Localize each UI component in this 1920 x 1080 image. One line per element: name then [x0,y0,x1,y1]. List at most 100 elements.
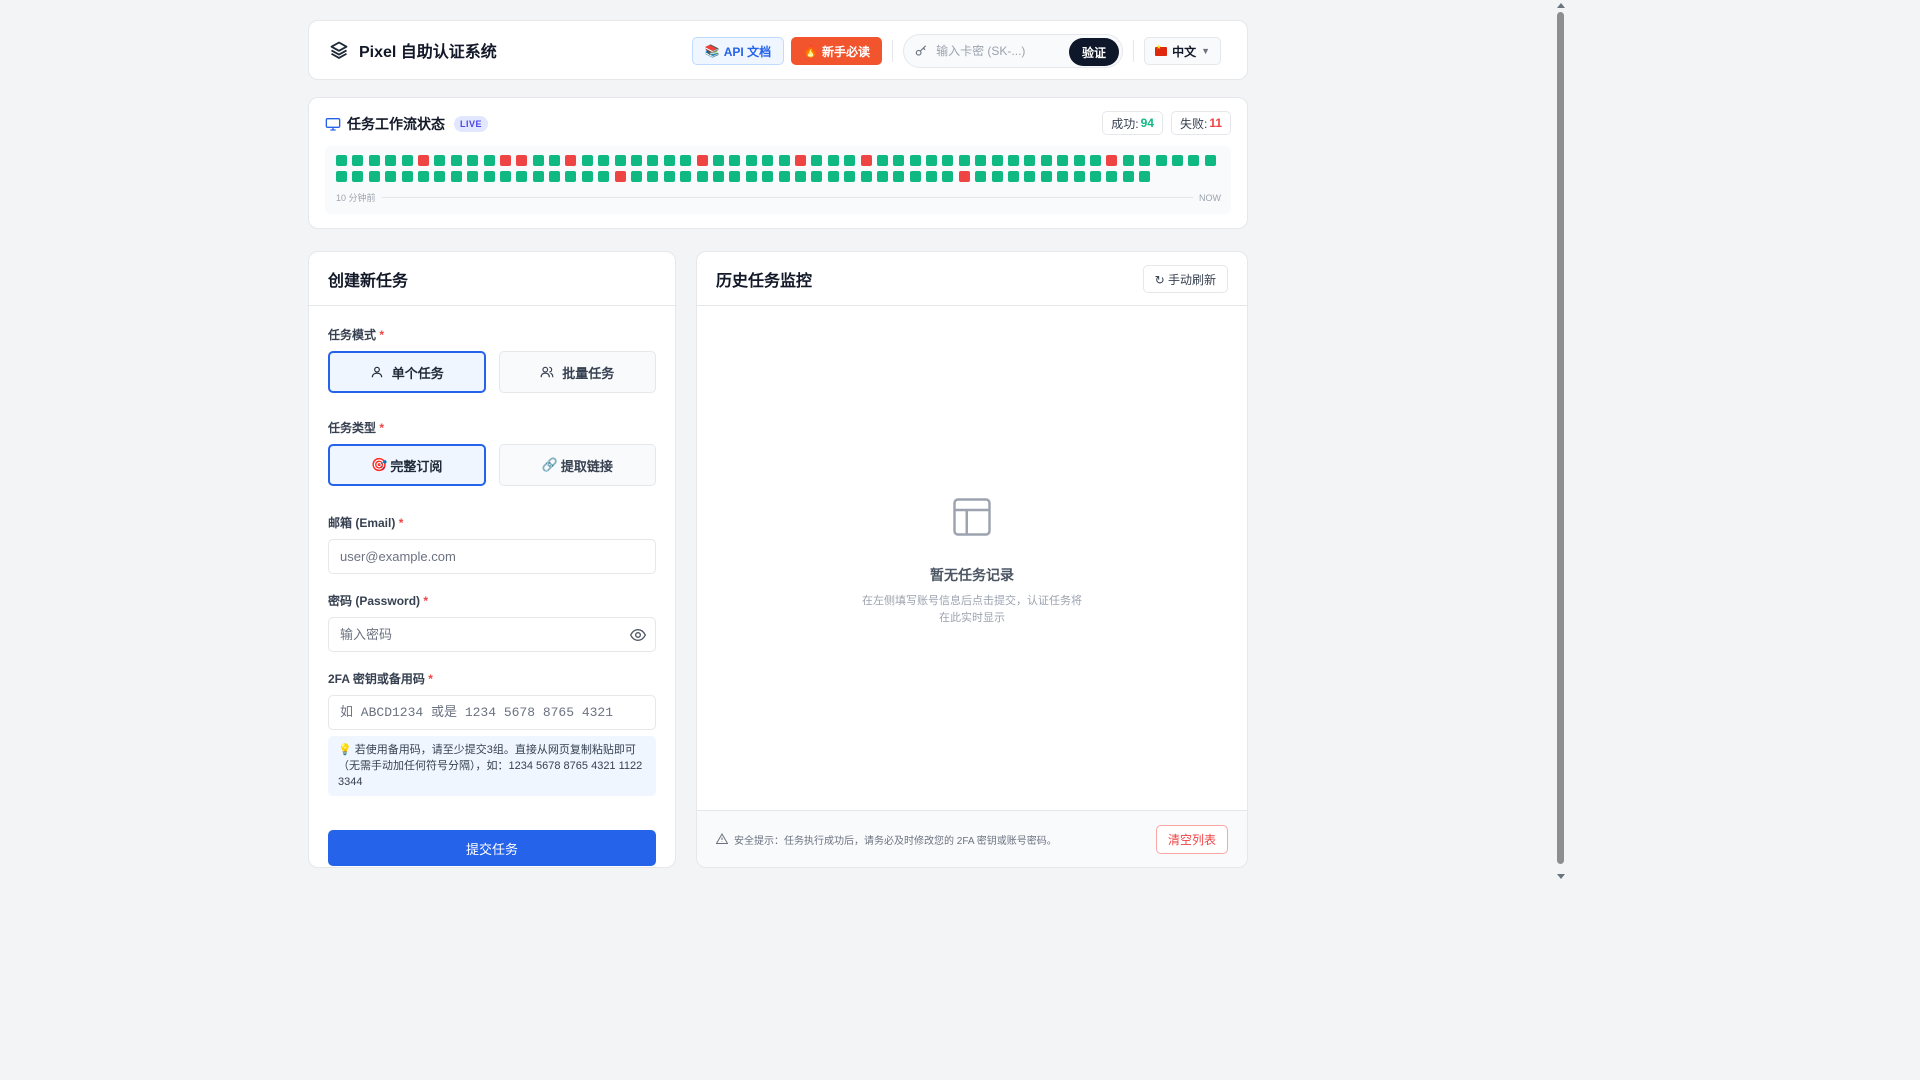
eye-icon[interactable] [630,628,646,642]
submit-task-button[interactable]: 提交任务 [328,830,656,866]
mode-batch-option[interactable]: 批量任务 [498,351,656,393]
twofa-field[interactable] [340,705,644,720]
brand: Pixel 自助认证系统 [329,38,497,62]
task-cell-success [336,171,347,183]
card-key-box: 验证 [903,34,1124,68]
timeline-line [381,197,1193,198]
task-cell-success [909,171,921,183]
task-cell-success [581,155,593,166]
fire-icon: 🔥 [803,44,819,58]
task-cell-failed [499,155,511,166]
twofa-field-wrapper [328,695,656,730]
task-cell-success [1106,171,1118,183]
refresh-button[interactable]: ↻ 手动刷新 [1142,265,1228,293]
clear-list-button[interactable]: 清空列表 [1155,825,1228,854]
task-cell-success [1008,155,1020,166]
scroll-up-arrow-icon[interactable] [1557,3,1565,8]
task-cell-success [876,171,888,183]
task-cell-failed [958,171,970,183]
task-cell-success [385,171,397,183]
task-cell-success [876,155,888,166]
task-cell-success [598,155,610,166]
task-cell-success [1139,155,1151,166]
type-extract-link-option[interactable]: 🔗 提取链接 [498,444,656,486]
api-docs-button[interactable]: 📚 API 文档 [691,37,785,65]
email-label-text: 邮箱 (Email) [328,516,396,530]
task-cell-failed [417,155,429,166]
scroll-thumb[interactable] [1557,12,1564,864]
task-cell-success [1057,155,1069,166]
target-icon: 🎯 [371,457,388,472]
task-cell-success [516,171,528,183]
task-cell-success [1024,171,1036,183]
task-cell-success [499,171,511,183]
type-full-subscription-option[interactable]: 🎯 完整订阅 [328,444,486,486]
task-cell-success [1008,171,1020,183]
scroll-down-arrow-icon[interactable] [1557,874,1565,879]
china-flag-icon [1155,44,1168,56]
task-cell-success [745,171,757,183]
task-cell-success [729,155,741,166]
task-cell-success [926,155,938,166]
email-label: 邮箱 (Email) * [328,514,656,531]
task-cell-success [401,171,413,183]
task-cell-success [647,155,659,166]
verify-button[interactable]: 验证 [1069,38,1120,66]
task-cell-success [483,171,495,183]
task-cell-success [352,171,364,183]
timeline: 10 分钟前 NOW [336,191,1221,204]
task-cell-failed [860,155,872,166]
fail-label: 失败: [1179,116,1208,131]
status-stats: 成功: 94 失败: 11 [1102,111,1231,135]
task-cell-success [762,155,774,166]
link-icon: 🔗 [541,457,558,472]
task-cell-success [549,155,561,166]
task-cell-success [532,155,544,166]
password-field-wrapper [328,617,656,652]
task-cell-success [401,155,413,166]
type-link-label: 提取链接 [560,458,613,474]
task-cell-success [844,155,856,166]
header-divider-2 [1133,40,1135,62]
language-selector[interactable]: 中文 ▼ [1144,37,1221,65]
task-cell-success [844,171,856,183]
mode-batch-label: 批量任务 [562,365,615,381]
brand-title: Pixel 自助认证系统 [359,44,497,61]
email-field[interactable] [340,549,644,564]
header-divider [892,40,894,62]
task-cell-failed [614,171,626,183]
task-cell-success [811,155,823,166]
task-cell-success [958,155,970,166]
task-cell-failed [565,155,577,166]
fail-stat: 失败: 11 [1170,111,1231,135]
task-cell-success [893,171,905,183]
newbie-guide-button[interactable]: 🔥 新手必读 [791,37,883,65]
task-cell-success [483,155,495,166]
page-scrollbar[interactable] [1553,0,1568,882]
email-field-wrapper [328,539,656,574]
history-footer: 安全提示：任务执行成功后，请务必及时修改您的 2FA 密钥或账号密码。 清空列表 [697,810,1247,867]
card-key-input[interactable] [936,44,1057,58]
task-cell-success [352,155,364,166]
warning-icon [716,833,728,844]
mode-single-option[interactable]: 单个任务 [328,351,486,393]
password-label: 密码 (Password) * [328,592,656,609]
task-cell-success [1155,155,1167,166]
security-tip: 安全提示：任务执行成功后，请务必及时修改您的 2FA 密钥或账号密码。 [734,835,1057,847]
live-badge: LIVE [454,116,489,132]
task-cell-success [680,171,692,183]
password-field[interactable] [340,627,644,642]
success-count: 94 [1140,116,1154,130]
password-label-text: 密码 (Password) [328,594,421,608]
type-full-label: 完整订阅 [390,458,443,474]
backup-code-tip: 💡 若使用备用码，请至少提交3组。直接从网页复制粘贴即可（无需手动加任何符号分隔… [328,736,656,796]
task-cell-success [467,155,479,166]
task-cell-success [1139,171,1151,183]
history-card: 历史任务监控 ↻ 手动刷新 暂无任务记录 在左侧填写账号信息后点击提交，认证任务… [696,251,1248,868]
task-heatmap: 10 分钟前 NOW [325,146,1231,214]
status-title: 任务工作流状态 LIVE [325,114,489,134]
required-mark: * [428,672,433,686]
mode-label: 任务模式 * [328,326,656,343]
task-cell-success [991,171,1003,183]
task-cell-success [712,171,724,183]
